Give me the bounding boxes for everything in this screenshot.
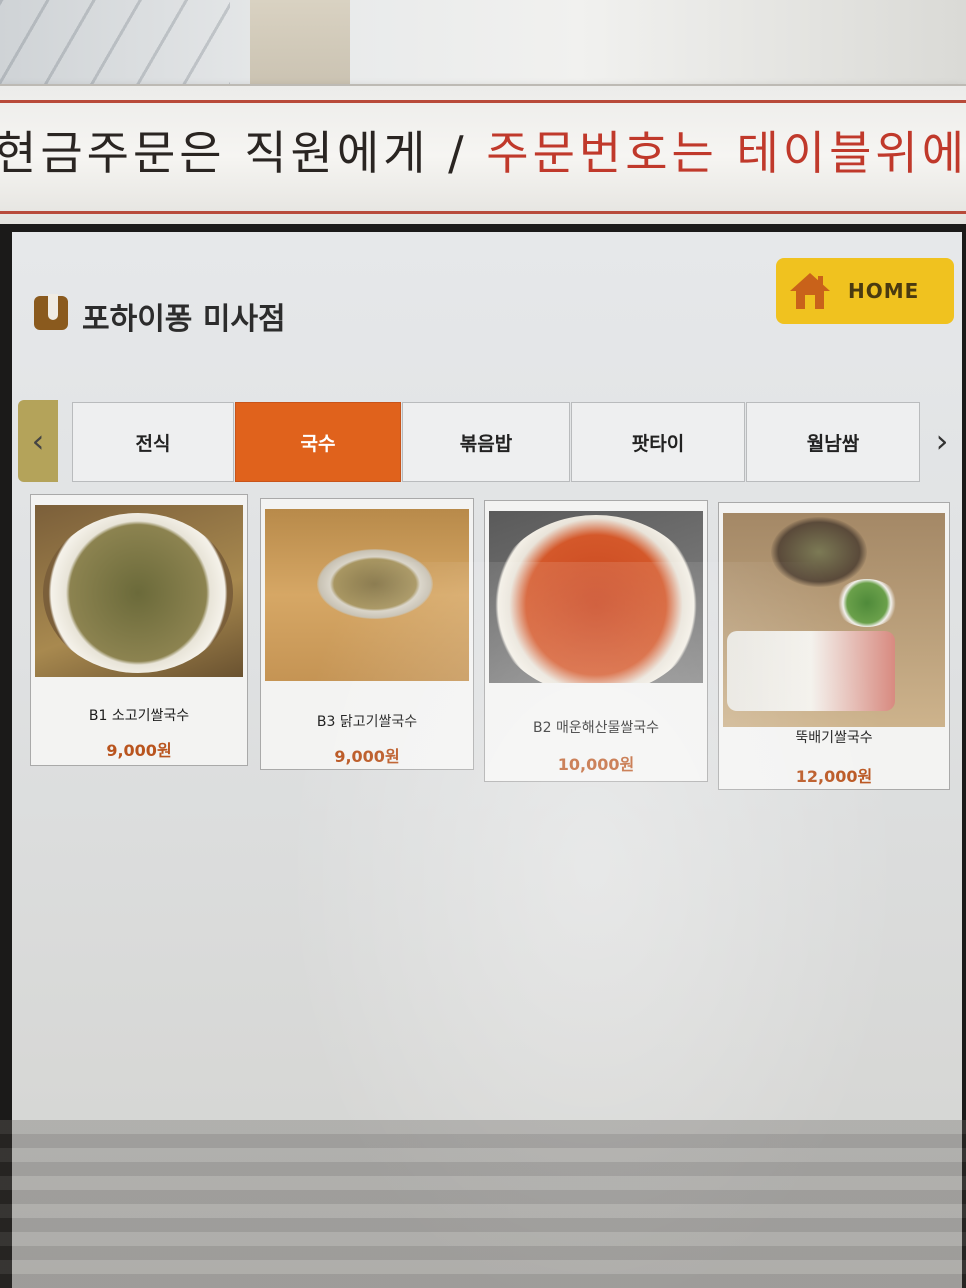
tab-label: 국수 [300,432,336,455]
tab-prev-button[interactable]: ‹ [18,400,58,482]
tab-label: 전식 [135,432,171,455]
menu-item-name: B2 매운해산물쌀국수 [532,720,659,736]
background-window-frame [0,0,230,95]
house-icon [790,273,830,309]
menu-item-card[interactable]: B1 소고기쌀국수 9,000원 [30,494,248,766]
category-tabs: ‹ 전식 국수 볶음밥 팟타이 월남쌈 › [18,400,962,486]
tab-appetizer[interactable]: 전식 [72,402,234,482]
notice-sign: 현금주문은 직원에게 / 주문번호는 테이블위에 [0,84,966,226]
menu-grid: B1 소고기쌀국수 9,000원 B3 닭고기쌀국수 9,000원 B2 매운해… [30,494,950,794]
menu-item-price: 9,000원 [334,747,400,766]
tab-label: 팟타이 [631,432,685,455]
menu-item-name: B3 닭고기쌀국수 [316,714,418,730]
menu-item-card[interactable]: B2 매운해산물쌀국수 10,000원 [484,500,708,782]
menu-item-price: 12,000원 [795,767,873,786]
notice-cash-order-text: 현금주문은 직원에게 / [0,126,487,180]
tab-label: 볶음밥 [459,432,513,455]
store-name: 포하이퐁 미사점 [82,302,286,337]
menu-item-card[interactable]: B3 닭고기쌀국수 9,000원 [260,498,474,770]
tab-pad-thai[interactable]: 팟타이 [571,402,745,482]
menu-item-name: 뚝배기쌀국수 [795,730,873,746]
menu-item-photo [723,513,945,727]
background-building [250,0,350,95]
tab-next-button[interactable]: › [922,400,962,482]
chevron-left-icon: ‹ [31,422,45,460]
menu-item-card[interactable]: 뚝배기쌀국수 12,000원 [718,502,950,790]
menu-item-photo [265,509,469,681]
notice-text: 현금주문은 직원에게 / 주문번호는 테이블위에 [0,117,966,183]
notice-order-number-text: 주문번호는 테이블위에 [486,126,966,180]
menu-item-photo [489,511,703,683]
background-floor [0,1120,966,1288]
menu-item-price: 9,000원 [106,741,172,760]
kiosk-header: 포하이퐁 미사점 HOME [12,232,962,352]
tab-noodles[interactable]: 국수 [235,402,401,482]
menu-item-price: 10,000원 [557,755,635,774]
home-button[interactable]: HOME [776,258,954,324]
home-button-label: HOME [848,279,920,303]
tab-fried-rice[interactable]: 볶음밥 [402,402,570,482]
chevron-right-icon: › [935,422,949,460]
menu-item-name: B1 소고기쌀국수 [88,708,190,724]
tab-spring-roll[interactable]: 월남쌈 [746,402,920,482]
notice-sign-strip: 현금주문은 직원에게 / 주문번호는 테이블위에 [0,100,966,214]
store-logo-icon [34,294,68,330]
tab-label: 월남쌈 [806,432,860,455]
menu-item-photo [35,505,243,677]
